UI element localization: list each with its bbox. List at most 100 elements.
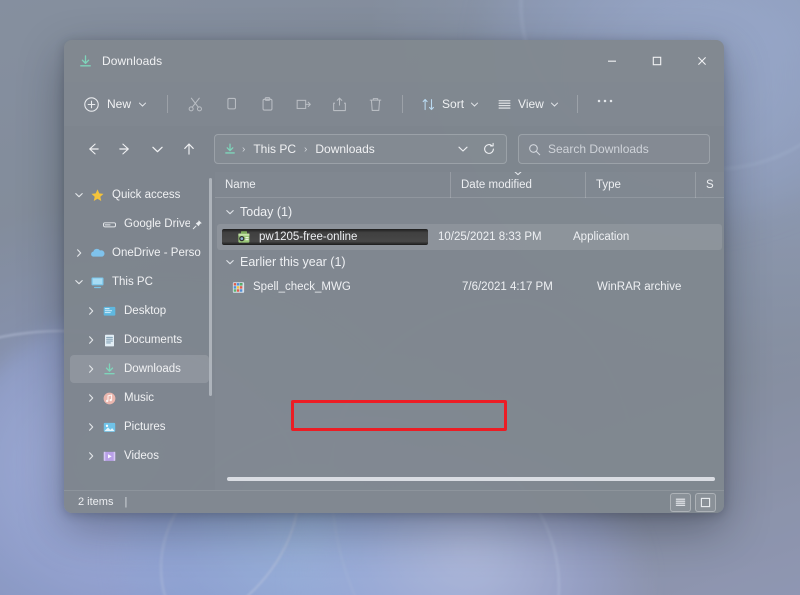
documents-icon xyxy=(99,333,119,348)
this-pc-icon xyxy=(87,275,107,290)
view-lines-icon xyxy=(497,97,512,112)
google-drive-icon xyxy=(99,217,119,232)
sidebar-item-videos[interactable]: Videos xyxy=(70,442,209,470)
view-button[interactable]: View xyxy=(489,89,567,119)
group-header-earlier-this-year[interactable]: Earlier this year (1) xyxy=(215,250,724,274)
chevron-collapsed-icon[interactable] xyxy=(82,451,99,461)
file-name: Spell_check_MWG xyxy=(253,281,351,293)
sidebar-item-documents[interactable]: Documents xyxy=(70,326,209,354)
sidebar-scrollbar[interactable] xyxy=(209,178,212,396)
breadcrumb-bar[interactable]: › This PC › Downloads xyxy=(214,134,507,164)
cut-icon[interactable] xyxy=(178,89,212,119)
sidebar-item-quick-access[interactable]: Quick access xyxy=(70,181,209,209)
sort-button[interactable]: Sort xyxy=(413,89,487,119)
breadcrumb-separator: › xyxy=(242,143,246,155)
group-header-today[interactable]: Today (1) xyxy=(215,200,724,224)
file-list-pane: Name Date modified Type S Today (1) pw12… xyxy=(215,171,724,490)
sidebar-item-label: Quick access xyxy=(112,189,181,201)
window-title-group: Downloads xyxy=(78,54,162,69)
chevron-down-icon xyxy=(470,100,479,109)
horizontal-scrollbar[interactable] xyxy=(223,473,716,484)
chevron-expanded-icon[interactable] xyxy=(70,190,87,200)
column-header-date-modified[interactable]: Date modified xyxy=(450,171,585,198)
item-count-label: 2 items xyxy=(78,496,114,508)
more-options-button[interactable] xyxy=(588,89,622,119)
column-header-label: Date modified xyxy=(461,178,532,191)
share-icon[interactable] xyxy=(322,89,356,119)
sidebar-item-this-pc[interactable]: This PC xyxy=(70,268,209,296)
breadcrumb-item-this-pc[interactable]: This PC xyxy=(248,139,301,159)
toolbar-divider-2 xyxy=(402,95,404,113)
sort-arrows-icon xyxy=(421,97,436,112)
sidebar-item-label: Google Drive xyxy=(124,218,190,230)
chevron-collapsed-icon[interactable] xyxy=(82,422,99,432)
onedrive-icon xyxy=(87,245,107,261)
column-header-type[interactable]: Type xyxy=(585,171,695,198)
breadcrumb: › This PC › Downloads xyxy=(241,139,450,159)
new-button[interactable]: New xyxy=(76,89,157,119)
column-header-name[interactable]: Name xyxy=(215,172,450,198)
sidebar-item-pictures[interactable]: Pictures xyxy=(70,413,209,441)
table-row[interactable]: pw1205-free-online 10/25/2021 8:33 PM Ap… xyxy=(217,224,722,250)
sidebar-item-desktop[interactable]: Desktop xyxy=(70,297,209,325)
maximize-button[interactable] xyxy=(634,40,679,82)
application-exe-icon xyxy=(236,229,252,245)
sidebar-item-music[interactable]: Music xyxy=(70,384,209,412)
refresh-icon[interactable] xyxy=(476,136,502,162)
sort-indicator-icon xyxy=(513,171,524,177)
chevron-expanded-icon[interactable] xyxy=(223,257,237,267)
breadcrumb-separator: › xyxy=(304,143,308,155)
title-bar: Downloads xyxy=(64,40,724,82)
window-controls xyxy=(589,40,724,82)
breadcrumb-item-downloads[interactable]: Downloads xyxy=(310,139,379,159)
desktop-background: Downloads New Sort View › This PC › Down… xyxy=(0,0,800,595)
file-name-cell[interactable]: pw1205-free-online xyxy=(222,229,428,245)
close-button[interactable] xyxy=(679,40,724,82)
copy-icon[interactable] xyxy=(214,89,248,119)
rename-icon[interactable] xyxy=(286,89,320,119)
music-icon xyxy=(99,391,119,406)
delete-icon[interactable] xyxy=(358,89,392,119)
chevron-collapsed-icon[interactable] xyxy=(70,248,87,258)
pictures-icon xyxy=(99,420,119,435)
large-icons-view-button[interactable] xyxy=(695,492,716,512)
file-explorer-window: Downloads New Sort View › This PC › Down… xyxy=(64,40,724,513)
sidebar-item-onedrive[interactable]: OneDrive - Perso xyxy=(70,239,209,267)
chevron-expanded-icon[interactable] xyxy=(70,277,87,287)
chevron-collapsed-icon[interactable] xyxy=(82,335,99,345)
view-button-label: View xyxy=(518,97,544,111)
sidebar-item-google-drive[interactable]: Google Drive xyxy=(70,210,209,238)
paste-icon[interactable] xyxy=(250,89,284,119)
star-icon xyxy=(87,188,107,203)
toolbar-divider-1 xyxy=(167,95,169,113)
file-rows: Today (1) pw1205-free-online 10/25/2021 … xyxy=(215,198,724,490)
chevron-expanded-icon[interactable] xyxy=(223,207,237,217)
forward-button[interactable] xyxy=(110,134,140,164)
column-header-size[interactable]: S xyxy=(695,171,724,198)
table-row[interactable]: Spell_check_MWG 7/6/2021 4:17 PM WinRAR … xyxy=(217,274,722,300)
details-view-button[interactable] xyxy=(670,492,691,512)
up-button[interactable] xyxy=(174,134,204,164)
column-headers: Name Date modified Type S xyxy=(215,171,724,198)
chevron-collapsed-icon[interactable] xyxy=(82,393,99,403)
pin-icon[interactable] xyxy=(192,219,203,230)
sidebar-item-downloads[interactable]: Downloads xyxy=(70,355,209,383)
winrar-archive-icon xyxy=(231,280,246,295)
sidebar-item-label: Downloads xyxy=(124,363,181,375)
sidebar-item-label: Documents xyxy=(124,334,183,346)
address-dropdown-button[interactable] xyxy=(450,136,476,162)
command-toolbar: New Sort View xyxy=(64,82,724,126)
sidebar-item-label: Videos xyxy=(124,450,159,462)
minimize-button[interactable] xyxy=(589,40,634,82)
group-label: Today (1) xyxy=(240,205,293,219)
videos-icon xyxy=(99,449,119,464)
search-input[interactable]: Search Downloads xyxy=(518,134,710,164)
horizontal-scrollbar-thumb[interactable] xyxy=(227,476,716,481)
chevron-collapsed-icon[interactable] xyxy=(82,306,99,316)
recent-locations-button[interactable] xyxy=(142,134,172,164)
chevron-collapsed-icon[interactable] xyxy=(82,364,99,374)
window-title: Downloads xyxy=(102,54,163,68)
file-name-cell[interactable]: Spell_check_MWG xyxy=(217,280,452,295)
back-button[interactable] xyxy=(78,134,108,164)
sidebar-item-label: This PC xyxy=(112,276,153,288)
